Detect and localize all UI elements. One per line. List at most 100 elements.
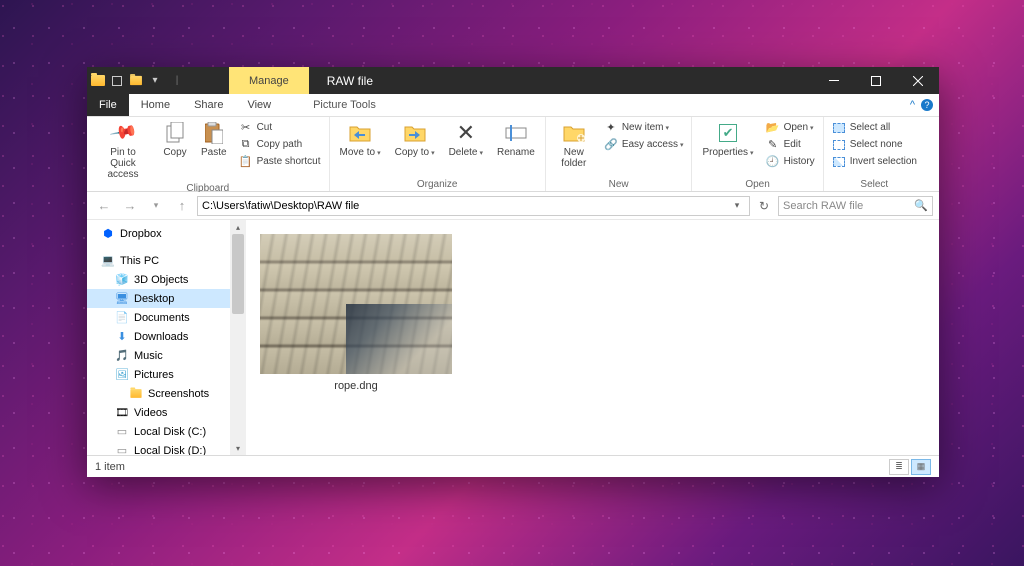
recent-locations-button[interactable]: ▾ [145,195,167,217]
ribbon-group-new: New folder ✦New item 🔗Easy access New [546,117,693,191]
paste-shortcut-icon: 📋 [239,155,253,169]
refresh-button[interactable]: ↻ [754,199,774,213]
nav-documents[interactable]: 📄Documents [87,308,230,327]
open-button[interactable]: 📂Open [762,119,819,136]
invert-selection-icon [832,155,846,169]
group-label: Select [828,178,921,191]
titlebar[interactable]: ▾ | Manage RAW file [87,67,939,94]
close-button[interactable] [897,67,939,94]
nav-screenshots[interactable]: Screenshots [87,384,230,403]
nav-this-pc[interactable]: 💻This PC [87,251,230,270]
delete-button[interactable]: ✕Delete [443,119,489,160]
search-placeholder: Search RAW file [783,200,863,212]
help-icon[interactable]: ? [921,99,933,111]
file-list[interactable]: rope.dng [246,220,939,455]
invert-selection-button[interactable]: Invert selection [828,153,921,170]
window-title: RAW file [309,74,391,88]
nav-downloads[interactable]: ⬇Downloads [87,327,230,346]
move-to-icon [348,121,372,145]
qat-item[interactable] [107,71,127,91]
copy-path-icon: ⧉ [239,138,253,152]
nav-scrollbar[interactable]: ▴ ▾ [230,220,246,455]
copy-to-button[interactable]: Copy to [389,119,441,160]
properties-button[interactable]: ✔Properties [696,119,759,160]
scroll-thumb[interactable] [232,234,244,314]
minimize-button[interactable] [813,67,855,94]
details-view-button[interactable]: ≣ [889,459,909,475]
maximize-button[interactable] [855,67,897,94]
music-icon: 🎵 [115,349,129,363]
tab-picture-tools[interactable]: Picture Tools [301,94,388,116]
file-item[interactable]: rope.dng [260,234,452,392]
ribbon-tabs: File Home Share View Picture Tools ^ ? [87,94,939,117]
nav-desktop[interactable]: 🖥Desktop [87,289,230,308]
nav-pictures[interactable]: 🖼Pictures [87,365,230,384]
file-menu[interactable]: File [87,94,129,116]
new-folder-icon [562,121,586,145]
nav-music[interactable]: 🎵Music [87,346,230,365]
nav-local-disk-d[interactable]: ▭Local Disk (D:) [87,441,230,455]
this-pc-icon: 💻 [101,254,115,268]
copy-to-icon [403,121,427,145]
cut-button[interactable]: ✂Cut [235,119,325,136]
app-icon [91,75,105,86]
tab-home[interactable]: Home [129,94,182,116]
paste-shortcut-button[interactable]: 📋Paste shortcut [235,153,325,170]
nav-dropbox[interactable]: ⬢Dropbox [87,224,230,243]
paste-button[interactable]: Paste [195,119,233,160]
3d-objects-icon: 🧊 [115,273,129,287]
history-button[interactable]: 🕘History [762,153,819,170]
search-input[interactable]: Search RAW file 🔍 [778,196,933,216]
new-folder-button[interactable]: New folder [550,119,598,171]
scroll-up-icon[interactable]: ▴ [230,220,246,234]
copy-path-button[interactable]: ⧉Copy path [235,136,325,153]
nav-videos[interactable]: 🎞Videos [87,403,230,422]
forward-button[interactable]: → [119,195,141,217]
ribbon-group-open: ✔Properties 📂Open ✎Edit 🕘History Open [692,117,823,191]
contextual-tab-header[interactable]: Manage [229,67,309,94]
documents-icon: 📄 [115,311,129,325]
new-item-button[interactable]: ✦New item [600,119,688,136]
collapse-ribbon-icon[interactable]: ^ [910,99,915,111]
nav-3d-objects[interactable]: 🧊3D Objects [87,270,230,289]
edit-button[interactable]: ✎Edit [762,136,819,153]
qat-customize[interactable]: ▾ [145,71,165,91]
copy-icon [163,121,187,145]
ribbon-group-clipboard: 📌Pin to Quick access Copy Paste ✂Cut ⧉Co… [87,117,330,191]
file-name-label: rope.dng [260,380,452,392]
select-all-button[interactable]: Select all [828,119,921,136]
ribbon: 📌Pin to Quick access Copy Paste ✂Cut ⧉Co… [87,117,939,192]
easy-access-button[interactable]: 🔗Easy access [600,136,688,153]
pictures-icon: 🖼 [115,368,129,382]
qat-folder-icon[interactable] [130,76,142,85]
rename-button[interactable]: Rename [491,119,541,160]
up-button[interactable]: ↑ [171,195,193,217]
move-to-button[interactable]: Move to [334,119,387,160]
drive-icon: ▭ [115,425,129,439]
back-button[interactable]: ← [93,195,115,217]
group-label: New [550,178,688,191]
scroll-down-icon[interactable]: ▾ [230,441,246,455]
open-icon: 📂 [766,121,780,135]
copy-button[interactable]: Copy [157,119,193,160]
status-bar: 1 item ≣ ▦ [87,455,939,477]
pin-to-quick-access-button[interactable]: 📌Pin to Quick access [91,119,155,182]
ribbon-group-select: Select all Select none Invert selection … [824,117,925,191]
navigation-pane[interactable]: ⬢Dropbox 💻This PC 🧊3D Objects 🖥Desktop 📄… [87,220,230,455]
tab-share[interactable]: Share [182,94,235,116]
qat-sep: | [167,71,187,91]
file-thumbnail [260,234,452,374]
select-none-button[interactable]: Select none [828,136,921,153]
downloads-icon: ⬇ [115,330,129,344]
tab-view[interactable]: View [235,94,283,116]
search-icon: 🔍 [914,199,928,212]
nav-local-disk-c[interactable]: ▭Local Disk (C:) [87,422,230,441]
address-dropdown-icon[interactable]: ▾ [729,200,745,211]
folder-icon [129,387,143,401]
file-explorer-window: ▾ | Manage RAW file File Home Share View… [87,67,939,477]
thumbnails-view-button[interactable]: ▦ [911,459,931,475]
address-input[interactable]: C:\Users\fatiw\Desktop\RAW file ▾ [197,196,750,216]
dropbox-icon: ⬢ [101,227,115,241]
pin-icon: 📌 [106,116,139,149]
group-label: Open [696,178,818,191]
